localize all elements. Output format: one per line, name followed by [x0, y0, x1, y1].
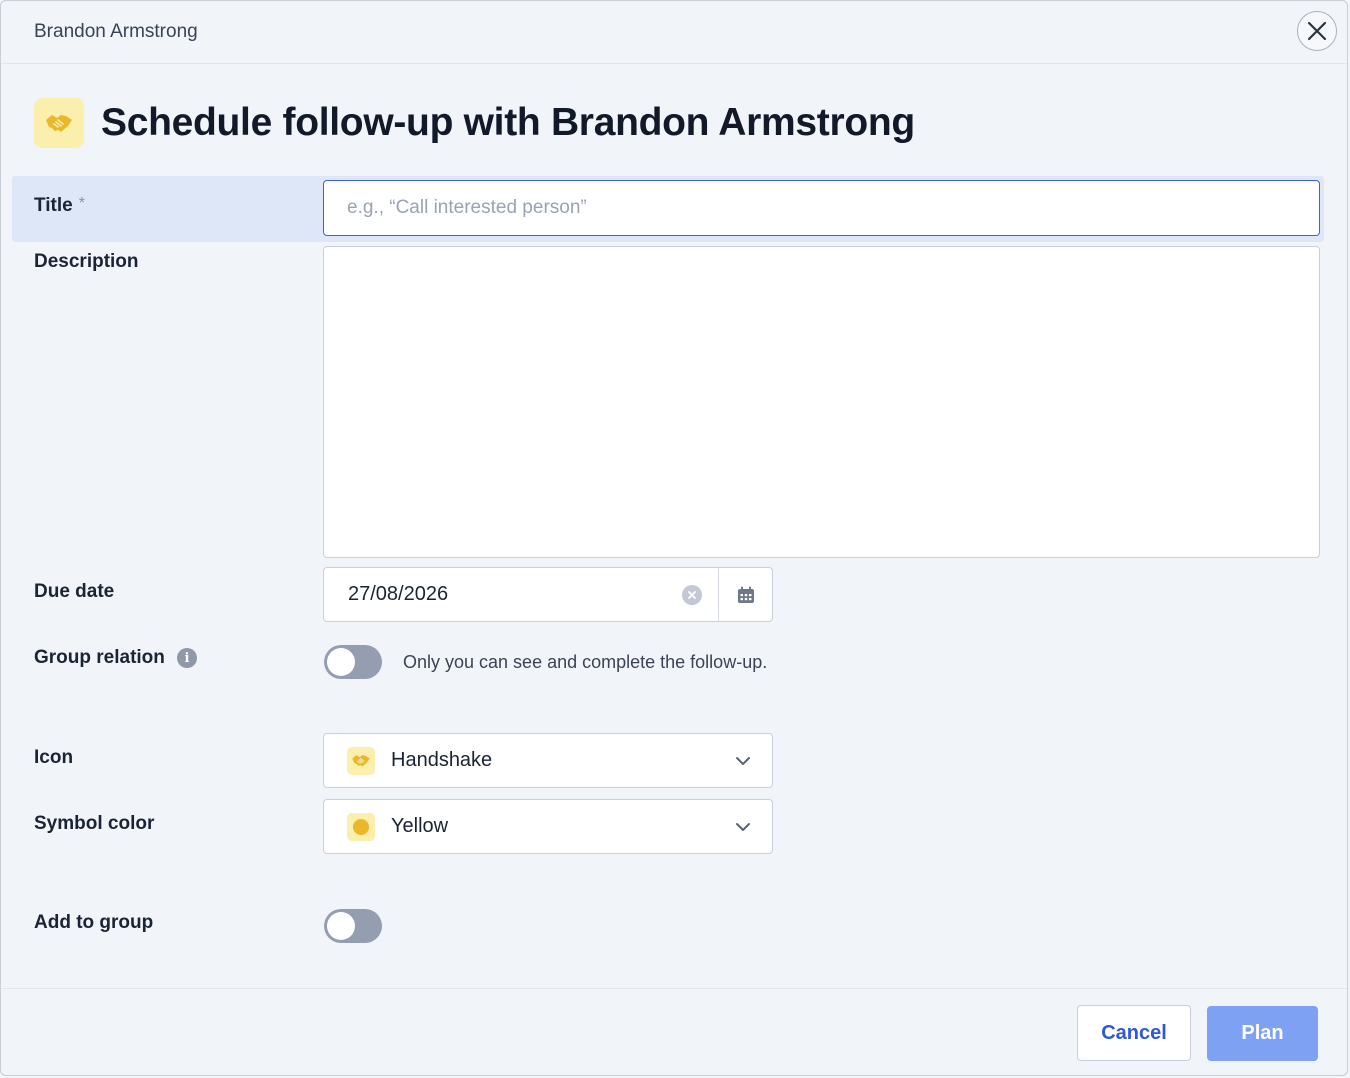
icon-label: Icon — [34, 747, 74, 768]
description-label: Description — [34, 251, 139, 272]
icon-select-value: Handshake — [391, 749, 493, 771]
chevron-down-icon — [736, 822, 750, 831]
clear-icon — [688, 590, 696, 599]
add-to-group-label: Add to group — [34, 912, 154, 933]
calendar-icon — [737, 586, 754, 603]
icon-select[interactable]: Handshake — [323, 733, 773, 788]
info-icon[interactable]: i — [177, 648, 197, 668]
handshake-icon — [347, 746, 375, 775]
toggle-knob — [327, 648, 355, 676]
group-relation-label: Group relation — [34, 647, 165, 668]
plan-button[interactable]: Plan — [1207, 1006, 1318, 1061]
due-date-value[interactable]: 27/08/2026 — [324, 583, 682, 606]
group-relation-hint: Only you can see and complete the follow… — [403, 652, 768, 672]
due-date-label: Due date — [34, 581, 115, 602]
close-icon — [1307, 21, 1327, 41]
group-relation-toggle[interactable] — [324, 645, 382, 679]
required-mark: * — [78, 195, 85, 212]
calendar-button[interactable] — [718, 568, 772, 621]
contact-name: Brandon Armstrong — [34, 21, 198, 42]
title-input[interactable] — [323, 180, 1320, 236]
symbol-color-select[interactable]: Yellow — [323, 799, 773, 854]
color-swatch — [347, 812, 375, 841]
follow-up-dialog: Brandon Armstrong Schedule follow-up wit… — [0, 0, 1348, 1076]
handshake-icon — [34, 98, 84, 148]
symbol-color-label: Symbol color — [34, 813, 155, 834]
dialog-topbar: Brandon Armstrong — [1, 1, 1347, 64]
add-to-group-toggle[interactable] — [324, 909, 382, 943]
cancel-button[interactable]: Cancel — [1077, 1005, 1191, 1061]
symbol-color-value: Yellow — [391, 815, 449, 837]
title-label: Title * — [34, 195, 85, 217]
chevron-down-icon — [736, 756, 750, 765]
clear-date-button[interactable] — [682, 584, 702, 605]
toggle-knob — [327, 912, 355, 940]
title-label-text: Title — [34, 195, 73, 216]
page-title: Schedule follow-up with Brandon Armstron… — [101, 101, 915, 144]
description-input[interactable] — [323, 246, 1320, 558]
close-button[interactable] — [1297, 11, 1337, 51]
due-date-field[interactable]: 27/08/2026 — [323, 567, 773, 622]
dialog-heading: Schedule follow-up with Brandon Armstron… — [34, 98, 915, 148]
